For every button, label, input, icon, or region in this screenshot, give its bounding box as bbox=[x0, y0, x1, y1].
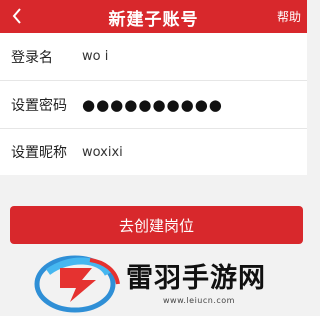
create-position-button[interactable]: 去创建岗位 bbox=[10, 206, 303, 244]
password-row[interactable]: 设置密码 ●●●●●●●●●● bbox=[0, 81, 307, 129]
login-name-field[interactable]: wo i bbox=[82, 33, 108, 80]
password-label: 设置密码 bbox=[11, 97, 67, 114]
page-title: 新建子账号 bbox=[108, 10, 199, 30]
nickname-label: 设置昵称 bbox=[11, 145, 67, 161]
account-form: 登录名 wo i 设置密码 ●●●●●●●●●● 设置昵称 woxixi bbox=[0, 33, 307, 175]
password-field[interactable]: ●●●●●●●●●● bbox=[82, 81, 223, 128]
site-logo-icon bbox=[34, 255, 120, 313]
nickname-field[interactable]: woxixi bbox=[82, 129, 123, 175]
watermark-url: www.leiucn.com bbox=[163, 296, 235, 305]
login-name-row[interactable]: 登录名 wo i bbox=[0, 33, 307, 81]
nickname-row[interactable]: 设置昵称 woxixi bbox=[0, 129, 307, 175]
watermark: 雷羽手游网 www.leiucn.com bbox=[30, 248, 307, 316]
watermark-name: 雷羽手游网 bbox=[126, 263, 266, 294]
help-link[interactable]: 帮助 bbox=[277, 8, 301, 25]
app-header: 新建子账号 帮助 bbox=[0, 0, 307, 33]
login-name-label: 登录名 bbox=[11, 49, 53, 66]
